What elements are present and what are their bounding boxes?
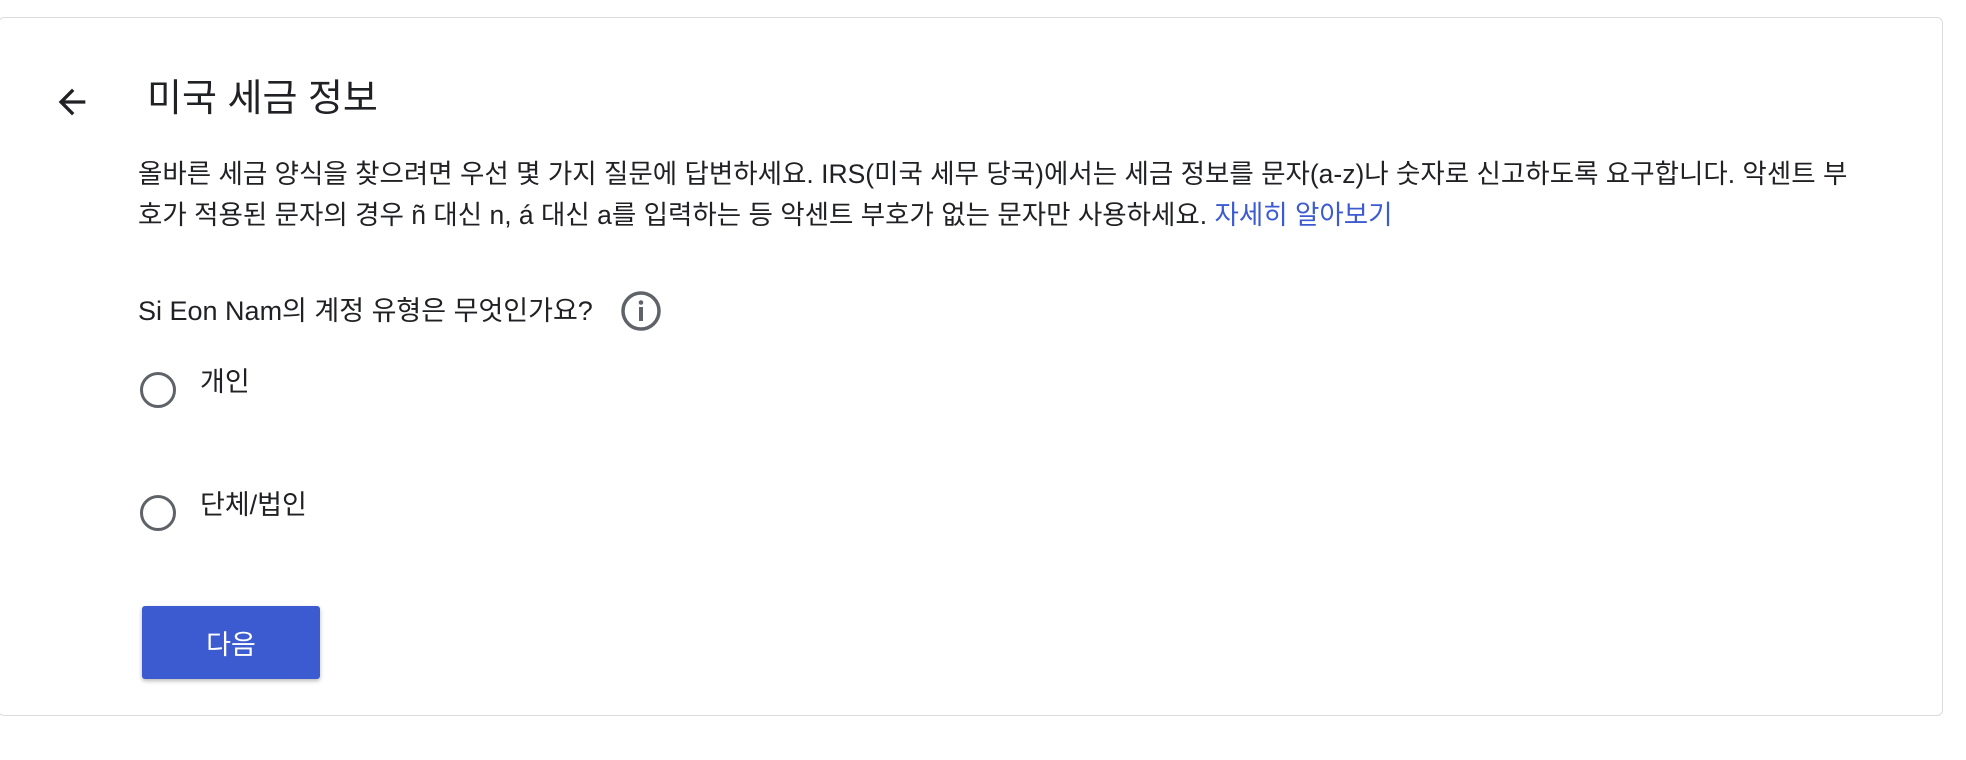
info-button[interactable] bbox=[620, 290, 662, 332]
account-type-option-entity[interactable]: 단체/법인 bbox=[140, 490, 307, 533]
radio-entity[interactable] bbox=[140, 495, 176, 531]
info-icon bbox=[621, 291, 661, 331]
account-type-question: Si Eon Nam의 계정 유형은 무엇인가요? bbox=[138, 296, 593, 326]
learn-more-link[interactable]: 자세히 알아보기 bbox=[1215, 200, 1393, 230]
account-type-question-row: Si Eon Nam의 계정 유형은 무엇인가요? bbox=[138, 290, 662, 332]
back-button[interactable] bbox=[48, 78, 96, 126]
option-label-individual: 개인 bbox=[200, 367, 250, 397]
radio-individual[interactable] bbox=[140, 372, 176, 408]
account-type-option-individual[interactable]: 개인 bbox=[140, 367, 250, 410]
intro-text: 올바른 세금 양식을 찾으려면 우선 몇 가지 질문에 답변하세요. IRS(미… bbox=[138, 159, 1848, 230]
page-title: 미국 세금 정보 bbox=[147, 78, 378, 120]
arrow-back-icon bbox=[58, 88, 86, 116]
intro-description: 올바른 세금 양식을 찾으려면 우선 몇 가지 질문에 답변하세요. IRS(미… bbox=[138, 154, 1858, 236]
option-label-entity: 단체/법인 bbox=[200, 490, 307, 520]
next-button[interactable]: 다음 bbox=[142, 606, 320, 679]
